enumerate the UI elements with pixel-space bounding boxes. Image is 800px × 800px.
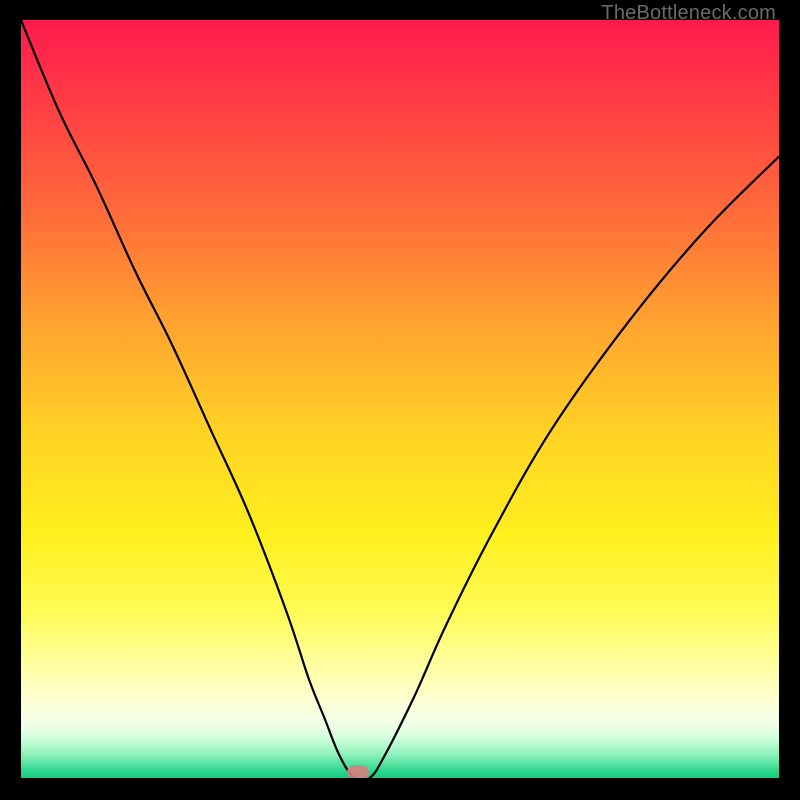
plot-area [21, 20, 779, 778]
optimal-marker [347, 765, 369, 778]
bottleneck-curve [21, 20, 779, 778]
chart-frame: TheBottleneck.com [0, 0, 800, 800]
watermark-text: TheBottleneck.com [601, 2, 776, 25]
